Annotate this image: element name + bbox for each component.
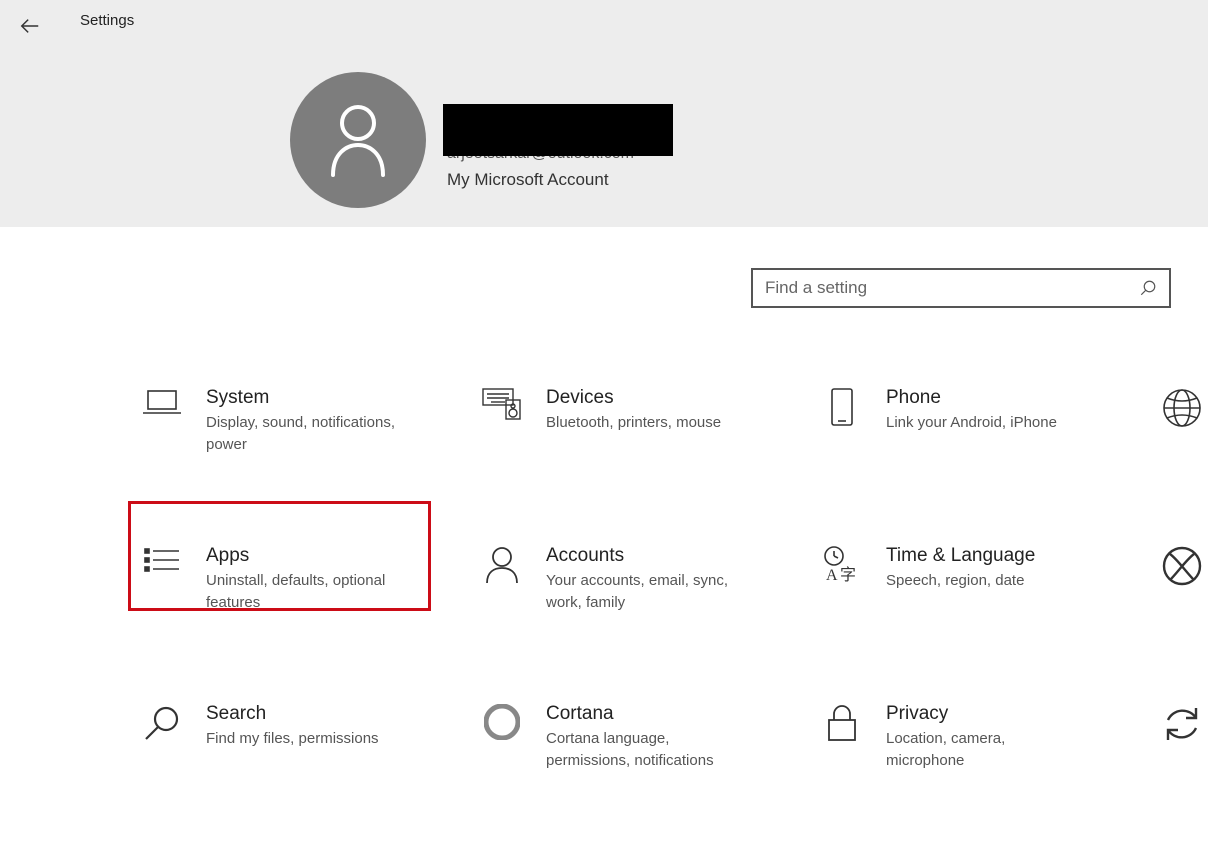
svg-text:字: 字 [840,566,856,584]
cortana-sub: Cortana language, permissions, notificat… [546,728,746,772]
person-icon [485,546,519,584]
user-name-redacted [443,104,673,156]
cortana-tile[interactable]: Cortana Cortana language, permissions, n… [468,694,808,780]
time-sub: Speech, region, date [886,570,1035,592]
accounts-tile[interactable]: Accounts Your accounts, email, sync, wor… [468,536,808,622]
back-button[interactable] [12,8,48,44]
phone-tile[interactable]: Phone Link your Android, iPhone [808,378,1148,442]
search-icon [1139,279,1157,297]
user-icon [327,103,389,177]
apps-list-icon [143,546,181,578]
apps-tile[interactable]: Apps Uninstall, defaults, optional featu… [128,536,468,622]
time-title: Time & Language [886,544,1035,568]
settings-grid: System Display, sound, notifications, po… [128,378,1208,852]
microsoft-account-link[interactable]: My Microsoft Account [447,170,609,190]
search-input[interactable] [765,278,1139,298]
privacy-tile[interactable]: Privacy Location, camera, microphone [808,694,1148,780]
time-language-icon: A 字 [822,546,862,584]
cortana-icon [484,704,520,740]
devices-title: Devices [546,386,721,410]
page-title: Settings [80,12,134,29]
devices-tile[interactable]: Devices Bluetooth, printers, mouse [468,378,808,442]
phone-sub: Link your Android, iPhone [886,412,1057,434]
gaming-tile[interactable] [1148,536,1208,594]
svg-text:A: A [826,567,838,584]
search-tile[interactable]: Search Find my files, permissions [128,694,468,758]
privacy-sub: Location, camera, microphone [886,728,1086,772]
apps-title: Apps [206,544,406,568]
privacy-title: Privacy [886,702,1086,726]
search-title: Search [206,702,379,726]
time-language-tile[interactable]: A 字 Time & Language Speech, region, date [808,536,1148,600]
accounts-title: Accounts [546,544,746,568]
lock-icon [825,704,859,742]
laptop-icon [143,388,181,418]
system-sub: Display, sound, notifications, power [206,412,406,456]
user-avatar[interactable] [290,72,426,208]
phone-title: Phone [886,386,1057,410]
cortana-title: Cortana [546,702,746,726]
apps-sub: Uninstall, defaults, optional features [206,570,406,614]
phone-icon [829,388,855,426]
system-title: System [206,386,406,410]
globe-icon [1162,388,1202,428]
network-tile[interactable] [1148,378,1208,436]
devices-sub: Bluetooth, printers, mouse [546,412,721,434]
back-arrow-icon [19,15,41,37]
accounts-sub: Your accounts, email, sync, work, family [546,570,746,614]
settings-banner: Settings arjeetsarkar@outlook.com My Mic… [0,0,1208,227]
system-tile[interactable]: System Display, sound, notifications, po… [128,378,468,464]
sync-icon [1162,704,1202,744]
search-box[interactable] [751,268,1171,308]
magnifier-icon [143,704,181,742]
xbox-icon [1162,546,1202,586]
keyboard-speaker-icon [482,388,522,420]
update-tile[interactable] [1148,694,1208,752]
search-sub: Find my files, permissions [206,728,379,750]
